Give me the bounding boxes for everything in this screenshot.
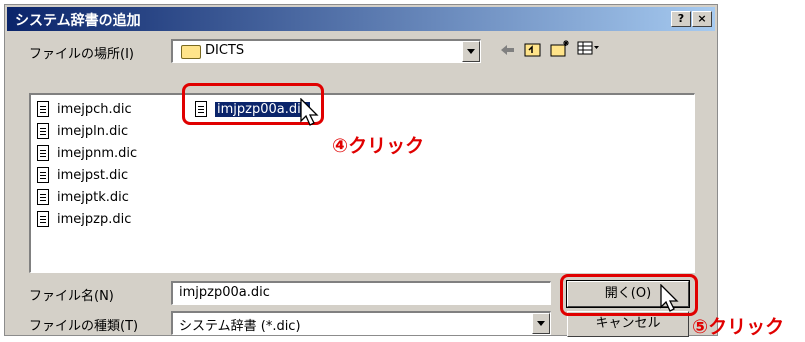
filetype-dropdown[interactable]: システム辞書 (*.dic): [171, 311, 551, 335]
list-item[interactable]: imejpnm.dic: [37, 143, 137, 163]
filename-input[interactable]: imjpzp00a.dic: [171, 281, 551, 305]
list-item[interactable]: imejpch.dic: [37, 99, 132, 119]
list-item[interactable]: imejpst.dic: [37, 165, 128, 185]
document-icon: [37, 145, 49, 161]
filetype-label: ファイルの種類(T): [29, 319, 139, 334]
mouse-cursor-icon: [660, 283, 682, 318]
step5-annotation: ⑤クリック: [692, 316, 785, 338]
mouse-cursor-icon: [300, 97, 322, 132]
title-bar: システム辞書の追加 ? ×: [7, 7, 715, 31]
document-icon: [37, 123, 49, 139]
filetype-value: システム辞書 (*.dic): [179, 319, 301, 334]
up-folder-icon[interactable]: [523, 40, 543, 58]
filename-value: imjpzp00a.dic: [179, 285, 270, 300]
list-item[interactable]: imejpln.dic: [37, 121, 128, 141]
step4-annotation: ④クリック: [332, 135, 425, 157]
folder-icon: [181, 45, 201, 59]
close-button[interactable]: ×: [692, 11, 712, 27]
location-dropdown[interactable]: DICTS: [171, 39, 481, 63]
filename-label: ファイル名(N): [29, 289, 114, 304]
document-icon: [37, 211, 49, 227]
help-button[interactable]: ?: [671, 11, 691, 27]
location-label: ファイルの場所(I): [29, 47, 134, 62]
document-icon: [37, 189, 49, 205]
document-icon: [37, 167, 49, 183]
view-menu-icon[interactable]: [577, 40, 601, 58]
document-icon: [37, 101, 49, 117]
location-dropdown-arrow[interactable]: [462, 41, 480, 62]
filetype-dropdown-arrow[interactable]: [532, 313, 550, 334]
list-item[interactable]: imejpzp.dic: [37, 209, 131, 229]
location-value: DICTS: [205, 43, 245, 58]
new-folder-icon[interactable]: [549, 38, 571, 58]
back-icon[interactable]: [497, 41, 517, 59]
window-title: システム辞書の追加: [15, 13, 141, 29]
file-list[interactable]: imejpch.dic imejpln.dic imejpnm.dic imej…: [29, 93, 695, 273]
list-item[interactable]: imejptk.dic: [37, 187, 129, 207]
